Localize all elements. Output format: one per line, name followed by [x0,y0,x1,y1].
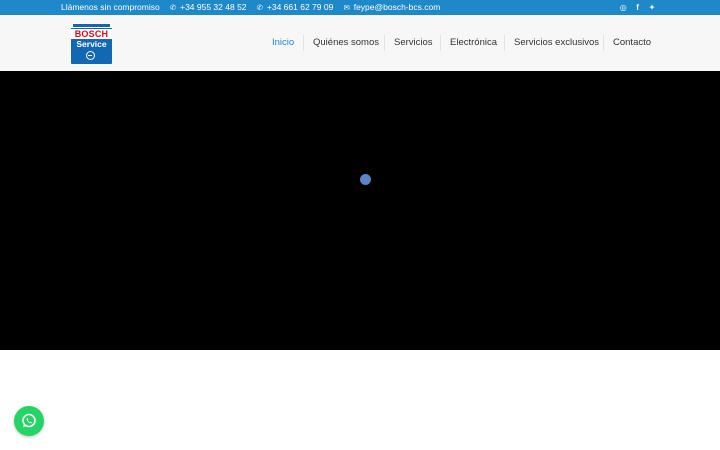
loader-dot-icon [360,174,371,185]
email-link[interactable]: feype@bosch-bcs.com [354,0,441,15]
phone-link-2[interactable]: +34 661 62 79 09 [267,0,333,15]
whatsapp-icon [22,413,36,428]
tagline: Llámenos sin compromiso [61,2,160,12]
nav-divider [504,35,505,51]
nav-item-contacto[interactable]: Contacto [613,37,651,49]
logo-brand: BOSCH [71,29,112,39]
mail-icon: ✉ [343,3,350,12]
nav-item-servicios-exclusivos[interactable]: Servicios exclusivos [514,37,599,49]
contact-info: Llámenos sin compromiso ✆ +34 955 32 48 5… [61,0,447,15]
top-contact-bar: Llámenos sin compromiso ✆ +34 955 32 48 5… [0,0,720,15]
twitter-icon[interactable]: ✦ [646,0,658,15]
site-header: BOSCH Service Inicio Quiénes somos Servi… [0,15,720,71]
nav-divider [303,35,304,51]
logo-top-strip [71,23,112,28]
nav-item-inicio[interactable]: Inicio [272,37,294,49]
logo-sub: Service [76,39,107,49]
hero-slider [0,71,720,350]
whatsapp-icon[interactable]: ◎ [617,0,629,15]
phone-icon: ✆ [256,3,264,12]
nav-item-electronica[interactable]: Electrónica [450,37,497,49]
whatsapp-chat-button[interactable] [14,406,44,436]
bosch-service-logo[interactable]: BOSCH Service [71,23,112,64]
social-links: ◎ f ✦ [617,0,658,15]
facebook-icon[interactable]: f [632,0,644,15]
nav-item-quienes-somos[interactable]: Quiénes somos [313,37,379,49]
phone-link-1[interactable]: +34 955 32 48 52 [180,0,246,15]
bosch-armature-icon [86,51,95,60]
nav-divider [603,35,604,51]
nav-item-servicios[interactable]: Servicios [394,37,433,49]
phone-icon: ✆ [169,3,177,12]
nav-divider [384,35,385,51]
nav-divider [440,35,441,51]
